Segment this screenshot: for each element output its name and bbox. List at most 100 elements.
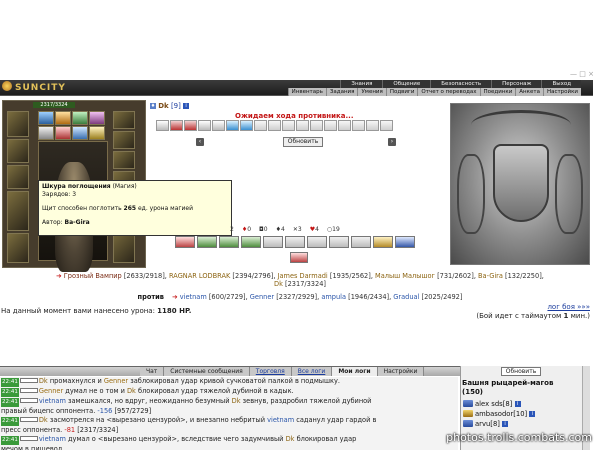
arrow-left-icon[interactable]: ‹ xyxy=(196,138,204,146)
equip-slot-amulet[interactable] xyxy=(7,139,29,163)
user-info-icon[interactable]: i xyxy=(502,421,509,427)
skill-slot-10[interactable] xyxy=(373,236,393,248)
effect-slot-8[interactable] xyxy=(254,120,267,131)
submenu-skills[interactable]: Умения xyxy=(357,88,385,96)
chat-tab[interactable]: Мои логи xyxy=(332,367,378,376)
message-name[interactable]: Genner xyxy=(39,387,63,395)
magic-slot-1[interactable] xyxy=(38,111,54,125)
menu-security[interactable]: Безопасность xyxy=(430,80,492,88)
magic-slot-7[interactable] xyxy=(72,126,88,140)
user-info-icon[interactable]: i xyxy=(529,411,536,417)
effect-slot-15[interactable] xyxy=(352,120,365,131)
arrow-right-icon[interactable]: › xyxy=(388,138,396,146)
skill-slot-extra[interactable] xyxy=(290,252,308,263)
chat-tab[interactable]: Чат xyxy=(140,367,165,376)
magic-slot-2[interactable] xyxy=(55,111,71,125)
effect-slot-12[interactable] xyxy=(310,120,323,131)
equip-slot-weapon[interactable] xyxy=(7,165,29,189)
ally-name[interactable]: James Darmadi xyxy=(278,272,328,280)
equip-slot-ring-1[interactable] xyxy=(113,131,135,149)
chat-tab[interactable]: Настройки xyxy=(377,367,425,376)
submenu-duels[interactable]: Поединки xyxy=(479,88,516,96)
skill-slot-2[interactable] xyxy=(197,236,217,248)
effect-slot-6[interactable] xyxy=(226,120,239,131)
effect-slot-3[interactable] xyxy=(184,120,197,131)
submenu-transfer-report[interactable]: Отчет о переводах xyxy=(417,88,479,96)
menu-communication[interactable]: Общение xyxy=(382,80,431,88)
magic-slot-8[interactable] xyxy=(89,126,105,140)
battle-log-link[interactable]: лог боя »»» xyxy=(547,303,590,311)
skill-slot-9[interactable] xyxy=(351,236,371,248)
effect-slot-5[interactable] xyxy=(212,120,225,131)
refresh-button[interactable]: Обновить xyxy=(283,137,323,147)
skill-slot-11[interactable] xyxy=(395,236,415,248)
message-name[interactable]: vietnam xyxy=(39,397,66,405)
message-name[interactable]: Dk xyxy=(39,416,48,424)
opponent-portrait[interactable] xyxy=(450,103,590,265)
skill-slot-7[interactable] xyxy=(307,236,327,248)
ally-name[interactable]: Ba-Gira xyxy=(478,272,503,280)
effect-slot-13[interactable] xyxy=(324,120,337,131)
submenu-settings[interactable]: Настройки xyxy=(542,88,581,96)
magic-slot-5[interactable] xyxy=(38,126,54,140)
effect-slot-16[interactable] xyxy=(366,120,379,131)
equip-slot-armor[interactable] xyxy=(7,191,29,231)
skill-slot-5[interactable] xyxy=(263,236,283,248)
effect-slot-4[interactable] xyxy=(198,120,211,131)
skill-slot-1[interactable] xyxy=(175,236,195,248)
message-name[interactable]: Dk xyxy=(127,387,136,395)
message-name[interactable]: Dk xyxy=(286,435,295,443)
message-name[interactable]: -156 xyxy=(97,407,112,415)
skill-slot-4[interactable] xyxy=(241,236,261,248)
submenu-inventory[interactable]: Инвентарь xyxy=(287,88,326,96)
submenu-achievements[interactable]: Подвиги xyxy=(385,88,418,96)
chat-tab[interactable]: Все логи xyxy=(291,367,333,376)
enemy-name[interactable]: Gradual xyxy=(393,293,419,301)
ally-name[interactable]: Грозный Вампир xyxy=(64,272,122,280)
skill-slot-6[interactable] xyxy=(285,236,305,248)
menu-character[interactable]: Персонаж xyxy=(491,80,542,88)
effect-slot-14[interactable] xyxy=(338,120,351,131)
magic-slot-6[interactable] xyxy=(55,126,71,140)
enemy-name[interactable]: vietnam xyxy=(180,293,207,301)
user-info-icon[interactable]: i xyxy=(514,401,521,407)
ally-name[interactable]: Малыш Малышог xyxy=(375,272,435,280)
equip-slot-helmet[interactable] xyxy=(7,111,29,137)
chat-tab[interactable]: Системные сообщения xyxy=(164,367,250,376)
enemy-name[interactable]: Genner xyxy=(250,293,274,301)
message-name[interactable]: vietnam xyxy=(39,435,66,443)
ally-name[interactable]: RAGNAR LODBRAK xyxy=(169,272,230,280)
effect-slot-1[interactable] xyxy=(156,120,169,131)
equip-slot-ring-2[interactable] xyxy=(113,151,135,169)
magic-slot-3[interactable] xyxy=(72,111,88,125)
menu-knowledge[interactable]: Знания xyxy=(340,80,383,88)
effect-slot-10[interactable] xyxy=(282,120,295,131)
player-info-icon[interactable]: i xyxy=(183,103,190,109)
skill-slot-3[interactable] xyxy=(219,236,239,248)
menu-exit[interactable]: Выход xyxy=(541,80,581,88)
effect-slot-17[interactable] xyxy=(380,120,393,131)
effect-slot-7[interactable] xyxy=(240,120,253,131)
sidebar-update-button[interactable]: Обновить xyxy=(501,367,541,376)
message-name[interactable]: Dk xyxy=(39,377,48,385)
equip-slot-belt[interactable] xyxy=(7,233,29,263)
submenu-profile[interactable]: Анкета xyxy=(515,88,543,96)
enemy-name[interactable]: ampula xyxy=(321,293,346,301)
online-user[interactable]: alex sds[8] i xyxy=(463,400,521,408)
ally-name[interactable]: Dk xyxy=(274,280,283,288)
effect-slot-9[interactable] xyxy=(268,120,281,131)
magic-slot-4[interactable] xyxy=(89,111,105,125)
submenu-quests[interactable]: Задания xyxy=(325,88,358,96)
equip-slot-earrings[interactable] xyxy=(113,111,135,129)
skill-slot-8[interactable] xyxy=(329,236,349,248)
window-controls[interactable]: — □ × xyxy=(570,70,600,80)
message-name[interactable]: vietnam xyxy=(267,416,294,424)
message-name[interactable]: Genner xyxy=(104,377,128,385)
chat-tab[interactable]: Торговля xyxy=(249,367,292,376)
online-user[interactable]: arvu[8] i xyxy=(463,420,509,428)
effect-slot-2[interactable] xyxy=(170,120,183,131)
message-name[interactable]: Dk xyxy=(232,397,241,405)
message-text: блокировал удар xyxy=(296,435,357,443)
online-user[interactable]: ambasodor[10] i xyxy=(463,410,536,418)
effect-slot-11[interactable] xyxy=(296,120,309,131)
